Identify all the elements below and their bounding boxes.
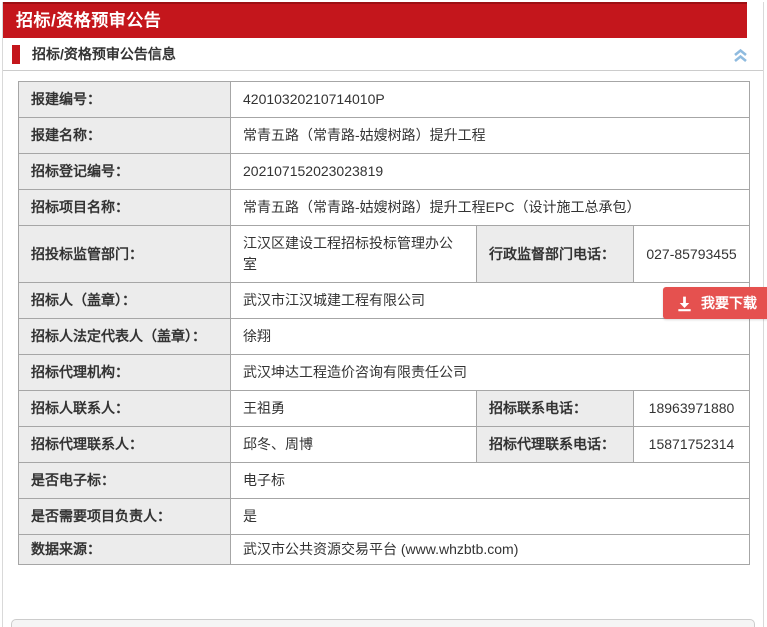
field-label: 行政监督部门电话：	[477, 226, 634, 283]
field-value: 15871752314	[634, 427, 750, 463]
field-label: 招标联系电话：	[477, 391, 634, 427]
field-value: 徐翔	[231, 319, 750, 355]
field-value-highlighted: 电子标	[231, 463, 750, 499]
download-button[interactable]: 我要下载	[663, 287, 767, 319]
field-value: 42010320210714010P	[231, 82, 750, 118]
collapse-section-button[interactable]	[731, 46, 749, 64]
field-value: 常青五路（常青路-姑嫂树路）提升工程EPC（设计施工总承包）	[231, 190, 750, 226]
field-label: 招标登记编号：	[19, 154, 231, 190]
field-value: 武汉坤达工程造价咨询有限责任公司	[231, 355, 750, 391]
field-label: 是否需要项目负责人：	[19, 499, 231, 535]
table-row: 是否需要项目负责人： 是	[19, 499, 750, 535]
table-row: 招标登记编号： 202107152023023819	[19, 154, 750, 190]
field-value: 王祖勇	[231, 391, 477, 427]
table-row: 是否电子标： 电子标	[19, 463, 750, 499]
section-title: 招标/资格预审公告信息	[32, 44, 176, 64]
field-label: 是否电子标：	[19, 463, 231, 499]
table-row: 数据来源： 武汉市公共资源交易平台 (www.whzbtb.com)	[19, 535, 750, 565]
table-row: 招标人联系人： 王祖勇 招标联系电话： 18963971880	[19, 391, 750, 427]
field-value-highlighted: 是	[231, 499, 750, 535]
table-row: 招标项目名称： 常青五路（常青路-姑嫂树路）提升工程EPC（设计施工总承包）	[19, 190, 750, 226]
table-row: 招标代理机构： 武汉坤达工程造价咨询有限责任公司	[19, 355, 750, 391]
field-value: 邱冬、周博	[231, 427, 477, 463]
section-header: 招标/资格预审公告信息	[3, 38, 763, 71]
field-label: 报建编号：	[19, 82, 231, 118]
field-value: 202107152023023819	[231, 154, 750, 190]
field-label: 数据来源：	[19, 535, 231, 565]
download-button-label: 我要下载	[701, 293, 757, 313]
field-label: 招标人（盖章）：	[19, 283, 231, 319]
field-label: 招标人法定代表人（盖章）：	[19, 319, 231, 355]
field-value: 18963971880	[634, 391, 750, 427]
field-value: 常青五路（常青路-姑嫂树路）提升工程	[231, 118, 750, 154]
table-row: 招标人法定代表人（盖章）： 徐翔	[19, 319, 750, 355]
field-label: 招标人联系人：	[19, 391, 231, 427]
field-value: 027-85793455	[634, 226, 750, 283]
table-row: 招标代理联系人： 邱冬、周博 招标代理联系电话： 15871752314	[19, 427, 750, 463]
table-row: 报建名称： 常青五路（常青路-姑嫂树路）提升工程	[19, 118, 750, 154]
table-row: 报建编号： 42010320210714010P	[19, 82, 750, 118]
field-value: 武汉市公共资源交易平台 (www.whzbtb.com)	[231, 535, 750, 565]
field-label: 报建名称：	[19, 118, 231, 154]
download-icon	[676, 295, 693, 312]
page-title-banner: 招标/资格预审公告	[3, 2, 747, 38]
announcement-info-table: 报建编号： 42010320210714010P 报建名称： 常青五路（常青路-…	[18, 81, 750, 565]
red-bullet-marker	[12, 45, 20, 64]
announcement-page: 招标/资格预审公告 招标/资格预审公告信息 报建编号： 420103202107…	[2, 2, 764, 627]
field-label: 招投标监管部门：	[19, 226, 231, 283]
page-title: 招标/资格预审公告	[16, 11, 161, 30]
field-label: 招标项目名称：	[19, 190, 231, 226]
field-label: 招标代理机构：	[19, 355, 231, 391]
field-label: 招标代理联系电话：	[477, 427, 634, 463]
table-row: 招投标监管部门： 江汉区建设工程招标投标管理办公室 行政监督部门电话： 027-…	[19, 226, 750, 283]
double-chevron-up-icon	[732, 48, 749, 63]
field-value: 江汉区建设工程招标投标管理办公室	[231, 226, 477, 283]
table-row: 招标人（盖章）： 武汉市江汉城建工程有限公司	[19, 283, 750, 319]
field-label: 招标代理联系人：	[19, 427, 231, 463]
next-collapsed-panel[interactable]	[11, 619, 755, 627]
